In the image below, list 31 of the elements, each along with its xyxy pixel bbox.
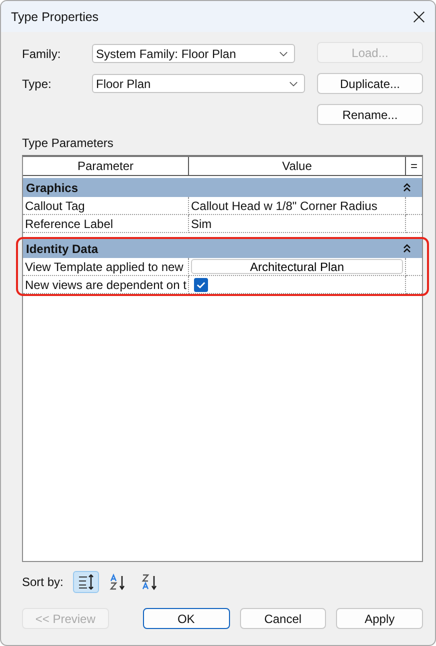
table-cell: New views are dependent on t [23, 276, 189, 294]
table-cell: Callout Tag [23, 197, 189, 215]
group-header[interactable]: Identity Data [23, 239, 422, 258]
action-button[interactable]: Rename... [317, 104, 423, 125]
dialog-button[interactable]: Apply [336, 608, 423, 629]
dialog-button[interactable]: OK [142, 608, 230, 629]
chevron-icon [289, 80, 298, 86]
table-cell: View Template applied to new [23, 258, 189, 276]
window-title: Type Properties [11, 10, 99, 24]
chevron-icon [279, 50, 288, 56]
dialog-button[interactable]: Cancel [240, 608, 326, 629]
section-label: Type Parameters [22, 136, 114, 150]
table-cell: Sim [191, 216, 212, 230]
grouped-sort-button[interactable] [73, 571, 100, 593]
collapse-icon [403, 244, 411, 253]
checkbox[interactable] [194, 278, 208, 292]
dropdown[interactable]: Floor Plan [92, 74, 305, 93]
group-header[interactable]: Graphics [23, 178, 422, 197]
column-header[interactable]: = [406, 157, 422, 176]
dropdown[interactable]: System Family: Floor Plan [92, 44, 295, 63]
field-label: Type: [22, 76, 52, 90]
column-header[interactable]: Value [189, 157, 406, 176]
value-button[interactable]: Architectural Plan [191, 259, 403, 274]
table-cell: Callout Head w 1/8" Corner Radius [191, 198, 378, 212]
collapse-icon [403, 183, 411, 192]
table-cell: Reference Label [23, 215, 189, 233]
field-label: Family: [22, 46, 62, 60]
close-icon[interactable] [413, 10, 425, 22]
action-button[interactable]: Duplicate... [317, 73, 423, 94]
sort-label: Sort by: [22, 575, 64, 589]
column-header[interactable]: Parameter [23, 157, 189, 176]
